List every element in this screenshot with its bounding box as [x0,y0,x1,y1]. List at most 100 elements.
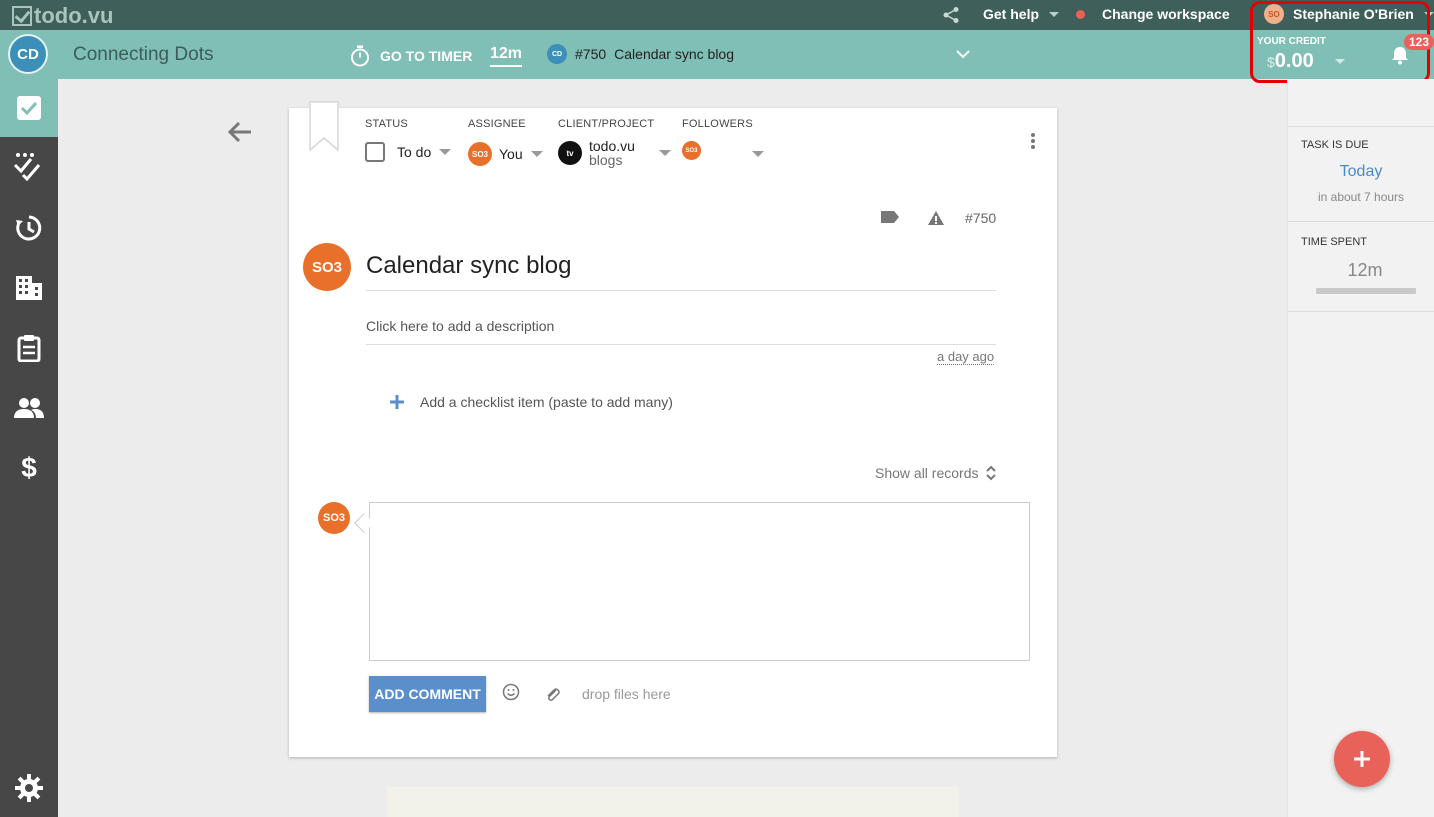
check-square-icon [17,96,41,120]
assignee-value: You [499,146,523,162]
add-comment-button[interactable]: ADD COMMENT [369,676,486,712]
people-icon [14,398,44,418]
assignee-label: ASSIGNEE [468,118,526,130]
sidebar: $ [0,79,58,817]
project-client: todo.vu [589,138,635,154]
chevron-down-icon [1049,11,1060,17]
commenter-avatar: SO3 [318,502,350,534]
client-project-label: CLIENT/PROJECT [558,118,655,130]
drop-files-label: drop files here [582,686,671,702]
task-due-value[interactable]: Today [1288,163,1434,181]
assignee-avatar: SO3 [468,142,492,166]
plus-icon [390,395,404,409]
change-workspace-menu[interactable]: Change workspace [1076,6,1230,22]
panel-divider [1288,311,1434,312]
sidebar-item-clients[interactable] [0,259,58,317]
share-icon[interactable] [942,6,960,24]
credit-currency: $ [1267,54,1275,70]
project-text: todo.vu blogs [589,139,635,167]
app-logo[interactable]: todo.vu [12,3,113,29]
task-title[interactable]: Calendar sync blog [366,252,996,291]
workspace-name[interactable]: Connecting Dots [73,44,213,66]
time-spent-bar [1316,288,1416,294]
current-task-avatar: CD [547,44,567,64]
chevron-down-icon [530,151,543,157]
warning-icon[interactable] [927,210,945,231]
credit-value[interactable]: $0.00 [1267,50,1314,73]
logo-check-icon [12,6,32,26]
sidebar-item-team[interactable] [0,379,58,437]
time-spent-label: TIME SPENT [1301,236,1368,248]
current-task[interactable]: CD #750 Calendar sync blog [547,44,734,64]
current-task-number: #750 [575,46,607,62]
unfold-icon [985,465,996,481]
status-value: To do [397,144,432,160]
status-dot-icon [1076,9,1085,19]
clipboard-icon [17,335,41,362]
chevron-down-icon [658,150,671,156]
status-checkbox[interactable] [365,142,385,162]
assignee-dropdown[interactable]: SO3 You [468,142,543,166]
checklist-icon [13,153,41,181]
back-arrow-icon[interactable] [226,118,254,151]
comment-input[interactable] [369,502,1030,661]
change-workspace-label: Change workspace [1102,6,1230,22]
more-options-icon[interactable] [1030,132,1036,155]
show-all-records-button[interactable]: Show all records [875,464,997,482]
credit-label: YOUR CREDIT [1257,36,1326,47]
status-dropdown[interactable]: To do [365,142,452,162]
logo-text: todo.vu [34,3,114,28]
add-task-fab[interactable] [1334,731,1390,787]
tag-icon[interactable] [880,210,900,229]
building-icon [16,276,42,300]
task-due-label: TASK IS DUE [1301,139,1369,151]
top-bar: todo.vu Get help Change workspace SO Ste… [0,0,1434,30]
follower-avatar: SO3 [682,141,701,160]
panel-divider [1288,126,1434,127]
stopwatch-icon [351,45,369,67]
sidebar-item-projects[interactable] [0,319,58,377]
chevron-down-icon[interactable] [955,46,971,64]
emoji-icon[interactable] [502,683,520,706]
timer-value[interactable]: 12m [490,45,523,67]
add-checklist-item[interactable]: Add a checklist item (paste to add many) [389,394,673,410]
task-description-field[interactable]: Click here to add a description [366,318,996,345]
client-project-dropdown[interactable]: tv todo.vu blogs [558,139,671,167]
credit-amount: 0.00 [1274,50,1314,72]
paperclip-icon[interactable] [545,686,561,709]
next-card-preview [387,787,959,817]
go-to-timer-label: GO TO TIMER [380,48,473,64]
chevron-down-icon [752,150,764,157]
sidebar-item-tasks[interactable] [0,79,58,137]
get-help-label: Get help [983,6,1040,22]
show-all-records-label: Show all records [875,465,979,481]
project-avatar: tv [558,141,582,165]
notification-badge: 123 [1404,34,1434,50]
checklist-placeholder: Add a checklist item (paste to add many) [420,394,673,410]
sidebar-item-settings[interactable] [0,759,58,817]
sidebar-item-billing[interactable]: $ [0,439,58,497]
followers-dropdown[interactable]: SO3 [682,141,764,160]
go-to-timer-button[interactable]: GO TO TIMER [350,45,472,67]
get-help-menu[interactable]: Get help [983,6,1060,22]
sidebar-item-checklist[interactable] [0,137,58,195]
sidebar-item-history[interactable] [0,199,58,257]
chevron-down-icon[interactable] [1335,51,1345,69]
status-label: STATUS [365,118,408,130]
followers-label: FOLLOWERS [682,118,753,130]
history-icon [16,215,42,241]
plus-icon [1354,751,1370,767]
task-number: #750 [965,210,997,226]
panel-divider [1288,221,1434,222]
bookmark-icon[interactable] [308,100,340,157]
task-created-time: a day ago [937,349,995,365]
dollar-icon: $ [21,452,37,483]
task-owner-avatar[interactable]: SO3 [303,243,351,291]
current-task-title: Calendar sync blog [614,46,735,62]
project-name: blogs [589,152,623,168]
task-due-relative: in about 7 hours [1317,190,1405,204]
gear-icon [15,774,43,802]
workspace-avatar[interactable]: CD [8,34,48,74]
time-spent-value: 12m [1347,260,1383,280]
chevron-down-icon [439,149,452,155]
